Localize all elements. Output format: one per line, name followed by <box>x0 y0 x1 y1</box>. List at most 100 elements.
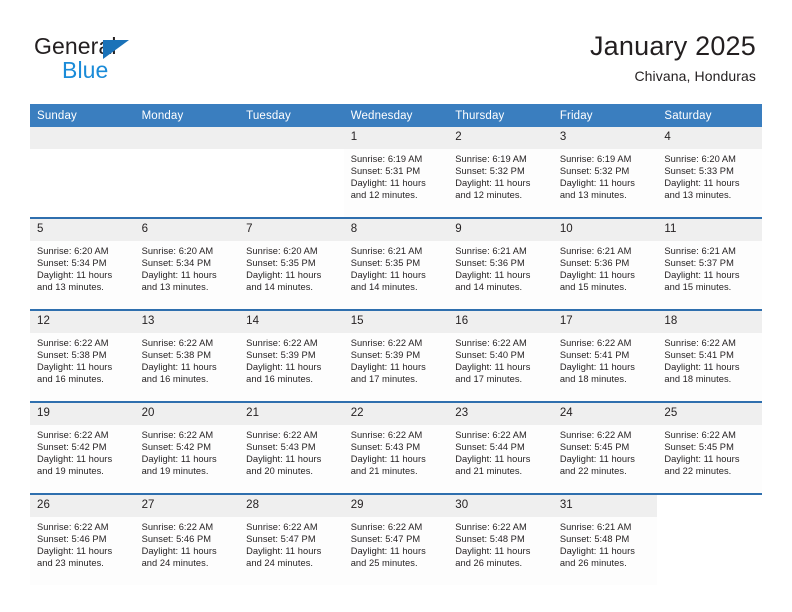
sunset-text: Sunset: 5:35 PM <box>350 258 421 269</box>
daylight-text-line1: Daylight: 11 hours <box>350 178 426 189</box>
calendar-day-cell-empty <box>134 127 240 218</box>
sunrise-text: Sunrise: 6:21 AM <box>350 246 423 256</box>
calendar-day-cell[interactable]: 2 Sunrise: 6:19 AM Sunset: 5:32 PM Daylight… <box>448 127 553 218</box>
day-details: Sunrise: 6:21 AM Sunset: 5:37 PM Daylight:… <box>657 241 762 293</box>
sunset-text: Sunset: 5:40 PM <box>455 350 525 361</box>
location-subtitle: Chivana, Honduras <box>634 68 756 84</box>
sunset-text: Sunset: 5:38 PM <box>141 350 212 361</box>
weekday-header-sunday: Sunday <box>30 104 135 127</box>
calendar-day-cell[interactable]: 20 Sunrise: 6:22 AM Sunset: 5:42 PM Dayligh… <box>134 401 240 494</box>
calendar-day-cell[interactable]: 13 Sunrise: 6:22 AM Sunset: 5:38 PM Dayligh… <box>134 309 240 402</box>
sunset-text: Sunset: 5:31 PM <box>350 166 421 177</box>
day-number: 28 <box>239 495 344 517</box>
daylight-text-line2: and 13 minutes. <box>559 190 627 201</box>
sunset-text: Sunset: 5:37 PM <box>664 258 734 269</box>
calendar-day-cell[interactable]: 22 Sunrise: 6:22 AM Sunset: 5:43 PM Dayligh… <box>343 401 449 494</box>
day-details: Sunrise: 6:22 AM Sunset: 5:40 PM Daylight:… <box>448 333 553 385</box>
daylight-text-line1: Daylight: 11 hours <box>350 270 426 281</box>
calendar-day-cell-empty <box>657 493 762 585</box>
sunset-text: Sunset: 5:34 PM <box>37 258 107 269</box>
sunset-text: Sunset: 5:43 PM <box>246 442 316 453</box>
calendar-day-cell[interactable]: 24 Sunrise: 6:22 AM Sunset: 5:45 PM Dayligh… <box>552 401 658 494</box>
calendar-day-cell[interactable]: 12 Sunrise: 6:22 AM Sunset: 5:38 PM Dayligh… <box>30 309 135 402</box>
day-number: 6 <box>134 219 240 241</box>
day-number: 29 <box>343 495 449 517</box>
daylight-text-line2: and 24 minutes. <box>246 558 314 569</box>
daylight-text-line1: Daylight: 11 hours <box>350 454 426 465</box>
calendar-day-cell-empty <box>30 127 135 218</box>
daylight-text-line2: and 14 minutes. <box>455 282 523 293</box>
calendar-day-cell[interactable]: 7 Sunrise: 6:20 AM Sunset: 5:35 PM Daylight… <box>239 217 344 310</box>
calendar-day-cell[interactable]: 3 Sunrise: 6:19 AM Sunset: 5:32 PM Daylight… <box>552 127 658 218</box>
day-details: Sunrise: 6:22 AM Sunset: 5:46 PM Daylight:… <box>135 517 240 569</box>
sunrise-text: Sunrise: 6:22 AM <box>559 338 632 348</box>
day-number: 22 <box>343 403 449 425</box>
sunset-text: Sunset: 5:39 PM <box>350 350 421 361</box>
sunrise-text: Sunrise: 6:22 AM <box>141 522 214 532</box>
daylight-text-line1: Daylight: 11 hours <box>664 454 740 465</box>
daylight-text-line2: and 17 minutes. <box>350 374 418 385</box>
calendar-day-cell[interactable]: 30 Sunrise: 6:22 AM Sunset: 5:48 PM Dayligh… <box>448 493 553 585</box>
daylight-text-line1: Daylight: 11 hours <box>141 270 217 281</box>
calendar-day-cell-empty <box>239 127 344 218</box>
calendar-week-row: 1 Sunrise: 6:19 AM Sunset: 5:31 PM Daylight… <box>30 127 762 218</box>
calendar-day-cell[interactable]: 26 Sunrise: 6:22 AM Sunset: 5:46 PM Dayligh… <box>30 493 135 585</box>
daylight-text-line2: and 21 minutes. <box>455 466 523 477</box>
calendar-day-cell[interactable]: 1 Sunrise: 6:19 AM Sunset: 5:31 PM Daylight… <box>343 127 449 218</box>
calendar-day-cell[interactable]: 4 Sunrise: 6:20 AM Sunset: 5:33 PM Daylight… <box>657 127 762 218</box>
calendar-day-cell[interactable]: 27 Sunrise: 6:22 AM Sunset: 5:46 PM Dayligh… <box>134 493 240 585</box>
daylight-text-line1: Daylight: 11 hours <box>559 178 635 189</box>
day-number: 20 <box>134 403 240 425</box>
calendar-day-cell[interactable]: 6 Sunrise: 6:20 AM Sunset: 5:34 PM Daylight… <box>134 217 240 310</box>
day-number: 15 <box>343 311 449 333</box>
calendar-day-cell[interactable]: 11 Sunrise: 6:21 AM Sunset: 5:37 PM Dayligh… <box>657 217 762 310</box>
daylight-text-line1: Daylight: 11 hours <box>246 546 322 557</box>
sunrise-text: Sunrise: 6:22 AM <box>141 430 214 440</box>
calendar-day-cell[interactable]: 17 Sunrise: 6:22 AM Sunset: 5:41 PM Dayligh… <box>552 309 658 402</box>
daylight-text-line1: Daylight: 11 hours <box>664 178 740 189</box>
calendar-day-cell[interactable]: 16 Sunrise: 6:22 AM Sunset: 5:40 PM Dayligh… <box>448 309 553 402</box>
calendar-day-cell[interactable]: 18 Sunrise: 6:22 AM Sunset: 5:41 PM Dayligh… <box>657 309 762 402</box>
day-number: 14 <box>239 311 344 333</box>
sunset-text: Sunset: 5:48 PM <box>559 534 630 545</box>
sunset-text: Sunset: 5:33 PM <box>664 166 734 177</box>
calendar-day-cell[interactable]: 28 Sunrise: 6:22 AM Sunset: 5:47 PM Dayligh… <box>239 493 344 585</box>
day-number: 5 <box>30 219 135 241</box>
day-number: 19 <box>30 403 135 425</box>
daylight-text-line1: Daylight: 11 hours <box>350 362 426 373</box>
calendar-day-cell[interactable]: 25 Sunrise: 6:22 AM Sunset: 5:45 PM Dayligh… <box>657 401 762 494</box>
general-blue-logo[interactable]: General Blue <box>34 33 214 89</box>
daylight-text-line1: Daylight: 11 hours <box>37 362 113 373</box>
calendar-day-cell[interactable]: 14 Sunrise: 6:22 AM Sunset: 5:39 PM Dayligh… <box>239 309 344 402</box>
day-details: Sunrise: 6:20 AM Sunset: 5:34 PM Daylight:… <box>135 241 240 293</box>
calendar-day-cell[interactable]: 8 Sunrise: 6:21 AM Sunset: 5:35 PM Daylight… <box>343 217 449 310</box>
calendar-day-cell[interactable]: 29 Sunrise: 6:22 AM Sunset: 5:47 PM Dayligh… <box>343 493 449 585</box>
sunrise-text: Sunrise: 6:19 AM <box>559 154 632 164</box>
day-number-band-empty <box>239 127 344 149</box>
sunrise-text: Sunrise: 6:22 AM <box>141 338 214 348</box>
sunrise-text: Sunrise: 6:22 AM <box>37 430 109 440</box>
calendar-day-cell[interactable]: 21 Sunrise: 6:22 AM Sunset: 5:43 PM Dayligh… <box>239 401 344 494</box>
weekday-header-wednesday: Wednesday <box>343 104 449 127</box>
day-details: Sunrise: 6:22 AM Sunset: 5:38 PM Daylight:… <box>30 333 135 385</box>
calendar-day-cell[interactable]: 5 Sunrise: 6:20 AM Sunset: 5:34 PM Daylight… <box>30 217 135 310</box>
calendar-day-cell[interactable]: 23 Sunrise: 6:22 AM Sunset: 5:44 PM Dayligh… <box>448 401 553 494</box>
calendar-week-row: 12 Sunrise: 6:22 AM Sunset: 5:38 PM Dayligh… <box>30 309 762 402</box>
calendar-body: 1 Sunrise: 6:19 AM Sunset: 5:31 PM Daylight… <box>30 127 762 585</box>
calendar-day-cell[interactable]: 31 Sunrise: 6:21 AM Sunset: 5:48 PM Dayligh… <box>552 493 658 585</box>
daylight-text-line2: and 12 minutes. <box>350 190 418 201</box>
day-details: Sunrise: 6:22 AM Sunset: 5:39 PM Daylight:… <box>239 333 344 385</box>
sunrise-text: Sunrise: 6:20 AM <box>246 246 318 256</box>
calendar-day-cell[interactable]: 9 Sunrise: 6:21 AM Sunset: 5:36 PM Daylight… <box>448 217 553 310</box>
calendar-day-cell[interactable]: 10 Sunrise: 6:21 AM Sunset: 5:36 PM Dayligh… <box>552 217 658 310</box>
daylight-text-line2: and 26 minutes. <box>455 558 523 569</box>
daylight-text-line1: Daylight: 11 hours <box>559 270 635 281</box>
day-details: Sunrise: 6:21 AM Sunset: 5:36 PM Daylight:… <box>553 241 658 293</box>
sunset-text: Sunset: 5:39 PM <box>246 350 316 361</box>
daylight-text-line2: and 16 minutes. <box>246 374 314 385</box>
sunset-text: Sunset: 5:41 PM <box>559 350 630 361</box>
calendar-day-cell[interactable]: 19 Sunrise: 6:22 AM Sunset: 5:42 PM Dayligh… <box>30 401 135 494</box>
daylight-text-line1: Daylight: 11 hours <box>664 362 740 373</box>
daylight-text-line1: Daylight: 11 hours <box>141 546 217 557</box>
calendar-day-cell[interactable]: 15 Sunrise: 6:22 AM Sunset: 5:39 PM Dayligh… <box>343 309 449 402</box>
